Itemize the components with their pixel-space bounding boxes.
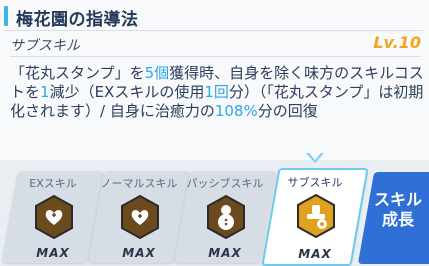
desc-number-4: 108% [214, 102, 258, 120]
skill-title-row: 梅花園の指導法 [4, 4, 423, 31]
skill-info-panel: 梅花園の指導法 サブスキル Lv.10 「花丸スタンプ」を5個獲得時、自身を除く… [0, 0, 429, 160]
skill-growth-label: スキル 成長 [366, 190, 429, 230]
flower-stamp-icon [297, 194, 335, 238]
skill-type-label: サブスキル [10, 38, 80, 54]
tab-normal-skill[interactable]: ノーマルスキル MAX [87, 171, 191, 263]
snowman-icon [207, 195, 245, 239]
desc-text-1: 「花丸スタンプ」を [10, 64, 145, 82]
desc-text-3: 減少（EXスキルの使用 [49, 83, 205, 101]
tab-label: ノーマルスキル [100, 177, 178, 190]
heart-hands-icon [35, 195, 73, 239]
heart-plus-icon [121, 195, 159, 239]
tab-label: パッシブスキル [186, 177, 264, 190]
growth-line-1: スキル [373, 190, 422, 209]
skill-description: 「花丸スタンプ」を5個獲得時、自身を除く味方のスキルコストを1減少（EXスキルの… [10, 64, 424, 121]
max-badge: MAX [208, 246, 242, 260]
skill-level: Lv.10 [373, 33, 421, 52]
tab-ex-skill[interactable]: EXスキル MAX [1, 171, 105, 263]
title-accent-bar [4, 6, 8, 26]
desc-number-1: 5個 [144, 64, 170, 82]
max-badge: MAX [122, 246, 156, 260]
max-badge: MAX [36, 246, 70, 260]
max-badge: MAX [298, 247, 332, 261]
tab-label: EXスキル [29, 177, 77, 190]
skill-title: 梅花園の指導法 [16, 10, 139, 30]
growth-line-2: 成長 [381, 210, 414, 229]
tab-sub-skill[interactable]: サブスキル MAX [261, 168, 369, 266]
desc-text-5: 分の回復 [257, 102, 318, 120]
desc-number-2: 1 [40, 83, 50, 101]
tab-label: サブスキル [287, 176, 343, 189]
skill-type-row: サブスキル Lv.10 [10, 32, 421, 57]
tab-passive-skill[interactable]: パッシブスキル MAX [173, 171, 277, 263]
desc-number-3: 1回 [204, 83, 229, 101]
selected-tab-pointer-inner [309, 153, 321, 160]
